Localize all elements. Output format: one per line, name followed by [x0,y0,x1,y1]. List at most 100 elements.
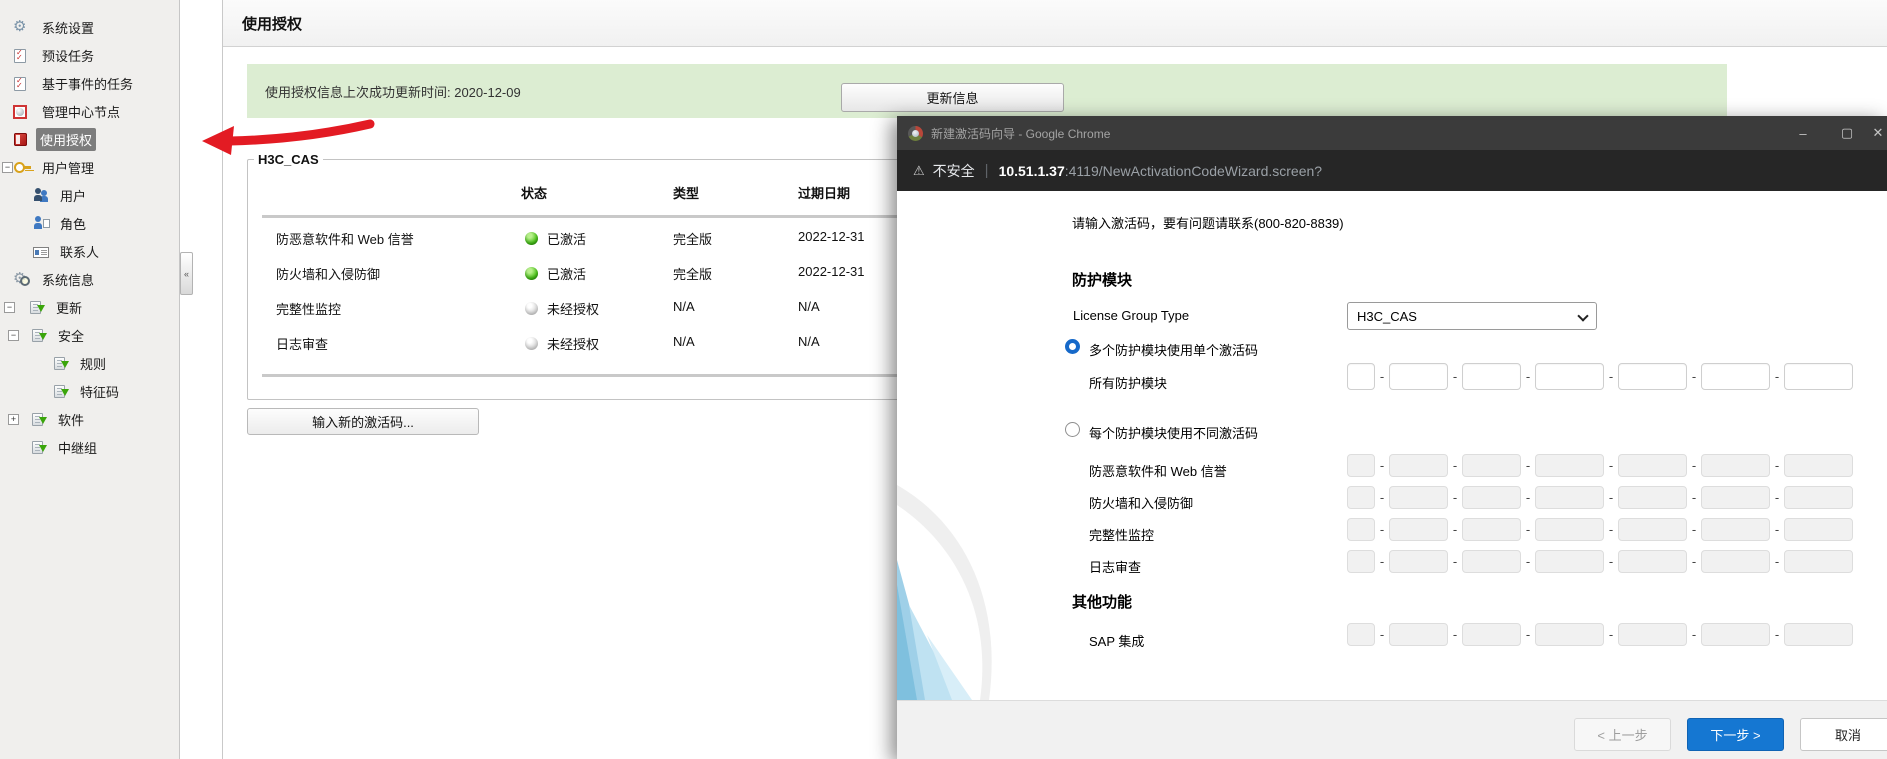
status-dot-active-icon [525,232,538,245]
sidebar-item-label: 规则 [80,356,107,372]
update-icon [30,301,45,314]
activation-code-segment[interactable] [1462,363,1521,390]
activation-code-segment [1347,550,1375,573]
chrome-addressbar[interactable]: ⚠ 不安全 | 10.51.1.37 :4119/NewActivationCo… [897,150,1887,191]
activation-wizard-body: 请输入激活码，要有问题请联系(800-820-8839) 防护模块 Licens… [897,191,1887,700]
update-icon [54,357,69,370]
activation-code-segment [1784,623,1853,646]
sidebar-item-label: 特征码 [80,384,120,400]
section-heading-other-features: 其他功能 [1072,594,1133,611]
activation-code-segment [1347,518,1375,541]
sidebar-item-label: 联系人 [60,244,100,260]
cancel-button[interactable]: 取消 [1800,718,1887,751]
system-info-icon [13,269,30,287]
window-title: 新建激活码向导 - Google Chrome [931,126,1111,141]
activation-code-segment [1462,486,1521,509]
activation-code-segment [1618,623,1687,646]
sidebar-item-system-info[interactable]: 系统信息 [0,265,179,293]
sidebar-item-roles[interactable]: 角色 [0,209,179,237]
sidebar-item-label: 安全 [58,328,85,344]
radio-separate-codes[interactable] [1065,422,1080,437]
activation-code-segment [1462,454,1521,477]
sidebar-item-users[interactable]: 用户 [0,181,179,209]
close-icon[interactable]: ✕ [1869,125,1887,141]
sidebar-item-contacts[interactable]: 联系人 [0,237,179,265]
sidebar-item-label: 用户 [60,188,87,204]
collapse-toggle-icon[interactable]: − [2,161,13,173]
expiry-date: 2022-12-31 [798,264,865,279]
sidebar-item-scheduled-tasks[interactable]: 预设任务 [0,41,179,69]
sidebar-item-manager-nodes[interactable]: 管理中心节点 [0,97,179,125]
update-icon [32,441,47,454]
license-type: 完全版 [673,232,713,247]
radio-single-code-label: 多个防护模块使用单个激活码 [1089,343,1259,358]
activation-code-segment [1618,518,1687,541]
selected-option: H3C_CAS [1357,308,1417,324]
sidebar-item-patterns[interactable]: 特征码 [0,377,179,405]
back-button[interactable]: < 上一步 [1574,718,1671,751]
sidebar-item-label: 更新 [56,300,83,316]
sidebar-item-event-tasks[interactable]: 基于事件的任务 [0,69,179,97]
module-name: 完整性监控 [276,302,342,317]
next-button[interactable]: 下一步 > [1687,718,1784,751]
activation-code-segment [1618,454,1687,477]
activation-code-segment[interactable] [1347,363,1375,390]
module-code-label: 日志审查 [1089,560,1142,575]
collapse-toggle-icon[interactable]: − [8,329,19,341]
wizard-footer: < 上一步 下一步 > 取消 [897,700,1887,759]
activation-code-segment [1389,550,1448,573]
sidebar-item-label: 预设任务 [42,48,95,64]
sidebar-item-system-settings[interactable]: 系统设置 [0,13,179,41]
activation-code-row-sap: - - - - - - [1347,623,1853,646]
license-group-type-label: License Group Type [1073,308,1190,323]
expiry-date: N/A [798,299,820,314]
activation-code-segment [1784,486,1853,509]
license-icon [14,133,27,146]
minimize-icon[interactable]: – [1781,126,1825,141]
activation-code-segment [1535,550,1604,573]
activation-code-row-integrity: - - - - - - [1347,518,1853,541]
activation-code-segment[interactable] [1535,363,1604,390]
sidebar-item-user-management[interactable]: − 用户管理 [0,153,179,181]
sap-integration-label: SAP 集成 [1089,634,1145,649]
activation-code-segment[interactable] [1784,363,1853,390]
all-modules-label: 所有防护模块 [1089,376,1168,391]
sidebar-item-relay-groups[interactable]: 中继组 [0,433,179,461]
update-icon [32,413,47,426]
section-heading-protection-modules: 防护模块 [1072,272,1133,289]
activation-code-segment [1389,623,1448,646]
sidebar-collapse-handle[interactable]: « [180,252,193,295]
expiry-date: 2022-12-31 [798,229,865,244]
sidebar-item-updates[interactable]: − 更新 [0,293,179,321]
status-text: 未经授权 [547,302,600,317]
expand-toggle-icon[interactable]: + [8,413,19,425]
screen: 系统设置 预设任务 基于事件的任务 管理中心节点 使用授权 − 用户管理 用户 [0,0,1887,759]
activation-code-segment [1701,454,1770,477]
license-group-type-select[interactable]: H3C_CAS [1347,302,1597,330]
url-host[interactable]: 10.51.1.37 [999,163,1065,179]
sidebar-item-licenses[interactable]: 使用授权 [0,125,179,153]
navigation-sidebar: 系统设置 预设任务 基于事件的任务 管理中心节点 使用授权 − 用户管理 用户 [0,0,180,759]
activation-code-segment [1784,550,1853,573]
sidebar-item-label: 使用授权 [36,127,97,151]
activation-code-segment [1701,623,1770,646]
update-info-button[interactable]: 更新信息 [841,83,1064,112]
activation-code-segment[interactable] [1389,363,1448,390]
activation-code-segment[interactable] [1701,363,1770,390]
not-secure-label[interactable]: 不安全 [933,161,975,181]
maximize-icon[interactable]: ▢ [1825,125,1869,141]
enter-new-activation-code-button[interactable]: 输入新的激活码... [247,408,479,435]
sidebar-item-rules[interactable]: 规则 [0,349,179,377]
module-name: 防恶意软件和 Web 信誉 [276,232,414,247]
activation-code-segment[interactable] [1618,363,1687,390]
sidebar-item-software[interactable]: + 软件 [0,405,179,433]
chrome-titlebar[interactable]: 新建激活码向导 - Google Chrome – ▢ ✕ [897,116,1887,150]
activation-code-segment [1389,486,1448,509]
nav-tree: 系统设置 预设任务 基于事件的任务 管理中心节点 使用授权 − 用户管理 用户 [0,13,179,461]
radio-single-code[interactable] [1065,339,1080,354]
collapse-toggle-icon[interactable]: − [4,301,15,313]
users-icon [34,187,51,203]
url-path[interactable]: :4119/NewActivationCodeWizard.screen? [1065,163,1322,179]
sidebar-item-security[interactable]: − 安全 [0,321,179,349]
sidebar-item-label: 中继组 [58,440,98,456]
